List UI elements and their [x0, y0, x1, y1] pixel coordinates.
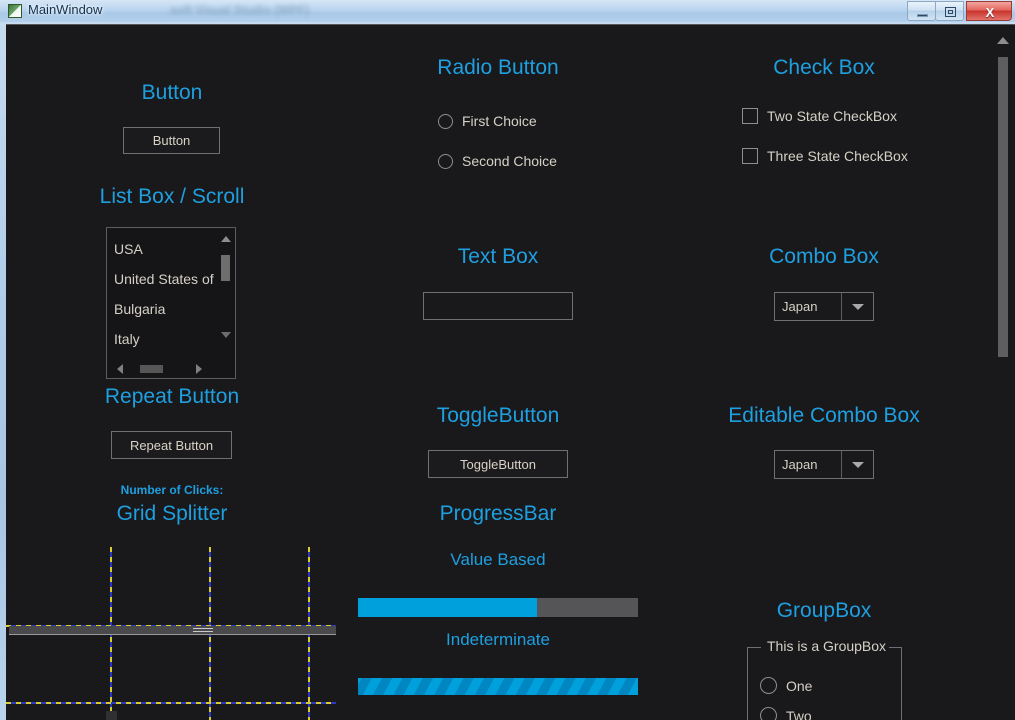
toggle-button[interactable]: ToggleButton — [428, 450, 568, 478]
groupbox-section-heading: GroupBox — [776, 599, 872, 622]
radio-label: Two — [786, 707, 812, 720]
radio-label: Second Choice — [462, 153, 557, 169]
groupbox-radio-one[interactable]: One — [760, 677, 812, 694]
list-item[interactable]: United States of America — [114, 271, 216, 287]
combo-box-value: Japan — [782, 299, 818, 314]
scroll-down-icon[interactable] — [220, 332, 231, 338]
repeat-button-section-heading: Repeat Button — [104, 385, 240, 408]
list-item[interactable]: Italy — [114, 331, 216, 347]
minimize-button[interactable] — [907, 1, 936, 21]
check-box-section-heading: Check Box — [773, 56, 875, 79]
grid-line-horizontal — [6, 702, 336, 704]
progress-bar-value-based — [358, 598, 638, 617]
radio-label: First Choice — [462, 113, 537, 129]
listbox-section-heading: List Box / Scroll — [99, 185, 245, 208]
toggle-button-section-heading: ToggleButton — [436, 404, 560, 427]
radio-circle-icon[interactable] — [438, 153, 453, 169]
checkbox-label: Two State CheckBox — [767, 108, 897, 124]
grid-splitter-grip-icon[interactable] — [193, 628, 213, 633]
editable-combo-box[interactable]: Japan — [774, 450, 874, 479]
list-box[interactable]: USA United States of America Bulgaria It… — [106, 227, 236, 379]
editable-combo-box-value[interactable]: Japan — [775, 457, 841, 472]
list-item[interactable]: Bulgaria — [114, 301, 216, 317]
text-input[interactable] — [424, 293, 572, 319]
progressbar-value-based-label: Value Based — [450, 550, 546, 569]
repeat-button[interactable]: Repeat Button — [111, 431, 232, 459]
scrollbar-thumb[interactable] — [221, 255, 230, 281]
checkbox-square-icon[interactable] — [742, 148, 758, 164]
app-icon — [8, 4, 22, 18]
radio-label: One — [786, 677, 813, 694]
scroll-right-icon[interactable] — [196, 363, 202, 374]
groupbox-radio-two[interactable]: Two — [760, 707, 812, 720]
chevron-down-icon — [851, 303, 864, 310]
radio-circle-icon[interactable] — [760, 677, 777, 694]
scroll-up-icon[interactable] — [997, 37, 1009, 44]
chevron-down-icon — [851, 461, 864, 468]
checkbox-three-state[interactable]: Three State CheckBox — [742, 148, 908, 164]
scrollbar-thumb[interactable] — [998, 57, 1008, 357]
close-button[interactable]: X — [966, 1, 1012, 21]
grid-splitter-handle[interactable] — [9, 626, 336, 635]
window-controls: X — [907, 1, 1012, 21]
window-client-area: Button Button List Box / Scroll USA Unit… — [6, 24, 1015, 720]
listbox-horizontal-scrollbar[interactable] — [108, 360, 218, 377]
title-bar[interactable]: MainWindow soft Visual Studio (WPF) X — [0, 0, 1015, 22]
grid-splitter-cell-block — [106, 711, 117, 720]
combo-box-section-heading: Combo Box — [769, 245, 879, 268]
scroll-content: Button Button List Box / Scroll USA Unit… — [6, 25, 991, 720]
radio-circle-icon[interactable] — [438, 113, 453, 129]
text-box-section-heading: Text Box — [457, 245, 539, 268]
radio-first-choice[interactable]: First Choice — [438, 113, 537, 129]
scroll-left-icon[interactable] — [117, 363, 123, 374]
combo-box-dropdown-button[interactable] — [842, 293, 873, 320]
button[interactable]: Button — [123, 127, 220, 154]
listbox-vertical-scrollbar[interactable] — [217, 229, 234, 345]
minimize-icon — [917, 14, 928, 17]
button-section-heading: Button — [141, 81, 203, 104]
editable-combo-box-section-heading: Editable Combo Box — [728, 404, 920, 427]
grid-splitter-section-heading: Grid Splitter — [116, 502, 228, 525]
combo-box[interactable]: Japan — [774, 292, 874, 321]
maximize-icon — [945, 7, 956, 17]
background-window-title: soft Visual Studio (WPF) — [170, 3, 310, 17]
progress-bar-indeterminate — [358, 678, 638, 695]
number-of-clicks-label: Number of Clicks: — [120, 483, 224, 497]
progressbar-indeterminate-label: Indeterminate — [446, 630, 550, 649]
radio-second-choice[interactable]: Second Choice — [438, 153, 557, 169]
text-box[interactable] — [423, 292, 573, 320]
checkbox-label: Three State CheckBox — [767, 148, 908, 164]
radio-circle-icon[interactable] — [760, 707, 777, 720]
application-window: MainWindow soft Visual Studio (WPF) X Bu… — [0, 0, 1015, 720]
checkbox-square-icon[interactable] — [742, 108, 758, 124]
scrollbar-thumb[interactable] — [140, 364, 163, 373]
group-box-title: This is a GroupBox — [764, 638, 890, 654]
scroll-up-icon[interactable] — [220, 236, 231, 242]
checkbox-two-state[interactable]: Two State CheckBox — [742, 108, 897, 124]
list-item[interactable]: USA — [114, 241, 216, 257]
editable-combo-box-dropdown-button[interactable] — [842, 451, 873, 478]
progressbar-section-heading: ProgressBar — [439, 502, 557, 525]
vertical-scrollbar[interactable] — [991, 25, 1015, 720]
maximize-button[interactable] — [935, 1, 964, 21]
radio-button-section-heading: Radio Button — [437, 56, 559, 79]
window-title: MainWindow — [28, 2, 103, 17]
progress-bar-fill — [358, 598, 538, 617]
close-icon: X — [985, 4, 995, 20]
